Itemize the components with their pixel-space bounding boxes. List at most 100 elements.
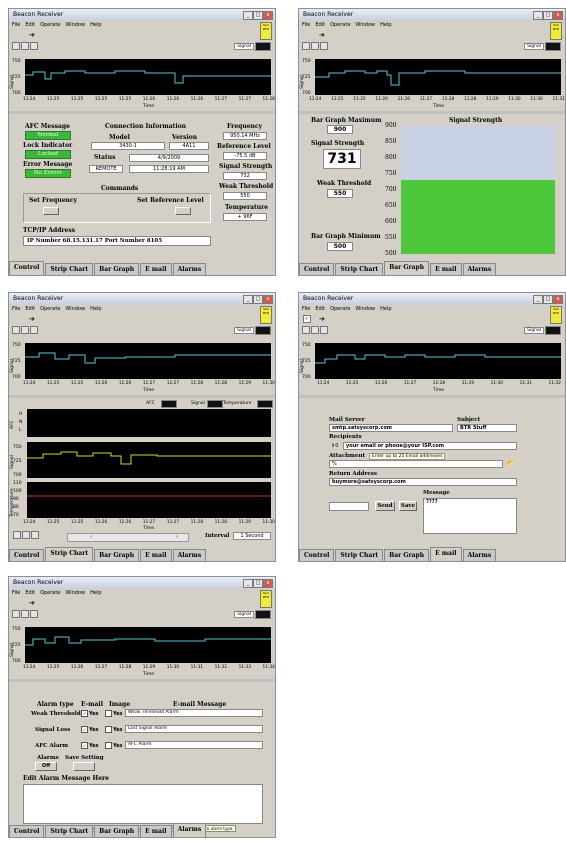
save-button[interactable]: Save xyxy=(399,501,417,511)
subject-input[interactable]: BTR Stuff xyxy=(457,424,517,432)
tab-bar-graph[interactable]: Bar Graph xyxy=(384,549,430,561)
recipients-index-icon[interactable]: ⇕0 xyxy=(331,443,338,449)
menu-help[interactable]: Help xyxy=(90,305,101,314)
menu-file[interactable]: File xyxy=(12,589,20,598)
minimize-button[interactable]: _ xyxy=(243,579,253,588)
cursor-tool-icon[interactable] xyxy=(13,531,21,539)
mail-server-input[interactable]: smtp.satsyscorp.com xyxy=(329,424,453,432)
menu-edit[interactable]: Edit xyxy=(25,21,35,30)
tab-email[interactable]: E mail xyxy=(140,549,172,561)
close-button[interactable]: x xyxy=(553,11,563,20)
signal-legend-swatch[interactable] xyxy=(545,326,561,335)
tab-bar-graph[interactable]: Bar Graph xyxy=(94,825,140,837)
tab-email[interactable]: E mail xyxy=(140,263,172,275)
menu-file[interactable]: File xyxy=(12,305,20,314)
close-button[interactable]: x xyxy=(553,295,563,304)
run-arrow-icon[interactable]: ➔ xyxy=(319,315,325,323)
maximize-button[interactable]: □ xyxy=(253,579,263,588)
run-arrow-icon[interactable]: ➔ xyxy=(29,315,35,323)
signal-legend-swatch[interactable] xyxy=(545,42,561,51)
signal-legend-swatch[interactable] xyxy=(255,610,271,619)
signal-legend-swatch[interactable] xyxy=(255,42,271,51)
menu-operate[interactable]: Operate xyxy=(40,21,60,30)
run-arrow-icon[interactable]: ➔ xyxy=(29,599,35,607)
run-arrow-icon[interactable]: ➔ xyxy=(29,31,35,39)
run-arrow-icon[interactable]: ➔ xyxy=(319,31,325,39)
tab-control[interactable]: Control xyxy=(9,261,45,275)
tab-alarms[interactable]: Alarms xyxy=(172,823,207,837)
menu-help[interactable]: Help xyxy=(90,589,101,598)
menu-help[interactable]: Help xyxy=(90,21,101,30)
minimize-button[interactable]: _ xyxy=(533,295,543,304)
tab-strip-chart[interactable]: Strip Chart xyxy=(335,549,384,561)
close-button[interactable]: x xyxy=(263,11,273,20)
send-button[interactable]: Send xyxy=(375,501,395,511)
pan-tool-icon[interactable] xyxy=(31,531,39,539)
pan-tool-icon[interactable] xyxy=(30,610,38,618)
recipients-input[interactable]: your email or phone@your ISP.com xyxy=(343,442,517,450)
close-button[interactable]: x xyxy=(263,295,273,304)
send-field[interactable] xyxy=(329,502,369,511)
signal-loss-message-input[interactable]: Lost Signal Alarm xyxy=(125,725,263,733)
tab-bar-graph[interactable]: Bar Graph xyxy=(384,261,430,275)
cursor-tool-icon[interactable] xyxy=(12,42,20,50)
tab-email[interactable]: E mail xyxy=(430,547,462,561)
maximize-button[interactable]: □ xyxy=(253,11,263,20)
weak-email-checkbox[interactable]: ✓ Yes xyxy=(81,710,99,717)
tab-control[interactable]: Control xyxy=(9,825,45,837)
menu-file[interactable]: File xyxy=(302,21,310,30)
check-icon[interactable]: ✓ xyxy=(303,315,311,323)
zoom-tool-icon[interactable] xyxy=(21,42,29,50)
menu-operate[interactable]: Operate xyxy=(330,21,350,30)
zoom-tool-icon[interactable] xyxy=(311,42,319,50)
pan-tool-icon[interactable] xyxy=(320,42,328,50)
menu-help[interactable]: Help xyxy=(380,21,391,30)
weak-threshold-input[interactable]: 550 xyxy=(327,189,353,198)
horizontal-scrollbar[interactable]: ‹ › xyxy=(67,533,189,542)
menu-operate[interactable]: Operate xyxy=(40,589,60,598)
maximize-button[interactable]: □ xyxy=(253,295,263,304)
menu-edit[interactable]: Edit xyxy=(315,21,325,30)
tab-strip-chart[interactable]: Strip Chart xyxy=(45,263,94,275)
menu-window[interactable]: Window xyxy=(355,21,375,30)
bar-graph-minimum-input[interactable]: 500 xyxy=(327,242,353,251)
signal-legend-swatch[interactable] xyxy=(255,326,271,335)
message-textarea[interactable]: ???? xyxy=(423,498,517,534)
menu-window[interactable]: Window xyxy=(65,305,85,314)
minimize-button[interactable]: _ xyxy=(243,11,253,20)
tab-control[interactable]: Control xyxy=(299,263,335,275)
afc-email-checkbox[interactable]: ✓ Yes xyxy=(81,742,99,749)
edit-alarm-message-textarea[interactable] xyxy=(23,784,263,824)
cursor-tool-icon[interactable] xyxy=(302,42,310,50)
tab-email[interactable]: E mail xyxy=(430,263,462,275)
tab-alarms[interactable]: Alarms xyxy=(462,549,497,561)
afc-legend-swatch[interactable] xyxy=(161,400,177,408)
signal-loss-image-checkbox[interactable]: Yes xyxy=(105,726,123,733)
weak-threshold-message-input[interactable]: Weak Threshold Alarm xyxy=(125,709,263,717)
pan-tool-icon[interactable] xyxy=(30,326,38,334)
menu-edit[interactable]: Edit xyxy=(25,589,35,598)
menu-help[interactable]: Help xyxy=(380,305,391,314)
tab-control[interactable]: Control xyxy=(9,549,45,561)
cursor-tool-icon[interactable] xyxy=(302,326,310,334)
temperature-legend-swatch[interactable] xyxy=(257,400,273,408)
cursor-tool-icon[interactable] xyxy=(12,326,20,334)
attachment-input[interactable]: % xyxy=(329,460,503,468)
set-reference-level-button[interactable] xyxy=(175,207,191,215)
tab-bar-graph[interactable]: Bar Graph xyxy=(94,263,140,275)
tab-strip-chart[interactable]: Strip Chart xyxy=(45,547,94,561)
close-button[interactable]: x xyxy=(263,579,273,588)
tab-alarms[interactable]: Alarms xyxy=(462,263,497,275)
zoom-tool-icon[interactable] xyxy=(21,326,29,334)
signal-legend-swatch[interactable] xyxy=(207,400,223,408)
zoom-tool-icon[interactable] xyxy=(22,531,30,539)
menu-operate[interactable]: Operate xyxy=(40,305,60,314)
zoom-tool-icon[interactable] xyxy=(311,326,319,334)
menu-window[interactable]: Window xyxy=(355,305,375,314)
maximize-button[interactable]: □ xyxy=(543,11,553,20)
menu-window[interactable]: Window xyxy=(65,21,85,30)
menu-file[interactable]: File xyxy=(12,21,20,30)
menu-operate[interactable]: Operate xyxy=(330,305,350,314)
tab-strip-chart[interactable]: Strip Chart xyxy=(335,263,384,275)
bar-graph-maximum-input[interactable]: 900 xyxy=(327,125,353,134)
